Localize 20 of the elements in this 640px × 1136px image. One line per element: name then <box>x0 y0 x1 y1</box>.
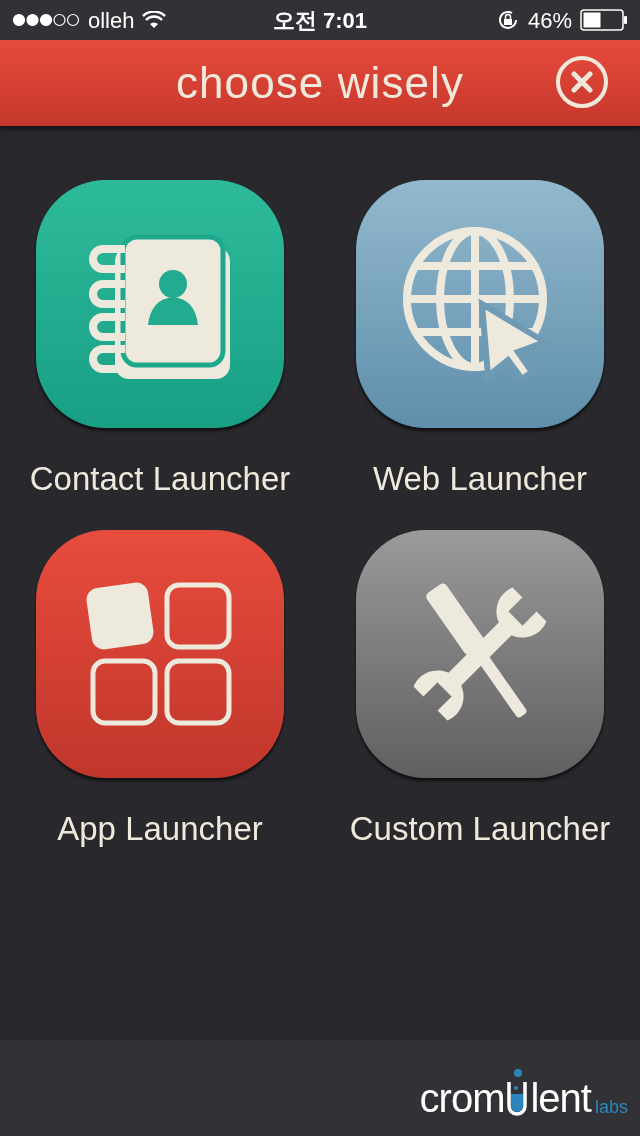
launcher-button[interactable]: Web Launcher <box>320 180 640 504</box>
close-icon <box>571 71 593 93</box>
launcher-button[interactable]: Contact Launcher <box>0 180 320 504</box>
header-title: choose wisely <box>175 57 465 109</box>
wifi-icon <box>142 11 167 29</box>
launcher-label: Web Launcher <box>372 459 587 499</box>
close-button[interactable] <box>556 56 608 108</box>
logo-text: crom <box>419 1078 505 1118</box>
launcher-button[interactable]: App Launcher <box>0 529 320 853</box>
battery-percent: 46% <box>527 6 572 35</box>
battery-icon <box>580 9 628 31</box>
launcher-label: App Launcher <box>57 808 263 849</box>
logo-text: lent <box>530 1078 591 1118</box>
signal-icon <box>12 13 80 27</box>
launcher-label: Custom Launcher <box>349 808 611 849</box>
logo-suffix: labs <box>594 1098 628 1116</box>
status-time: 오전 7:01 <box>272 6 368 35</box>
launcher-label: Contact Launcher <box>29 459 291 499</box>
launcher-button[interactable]: Custom Launcher <box>320 529 640 853</box>
carrier-name: olleh <box>88 6 135 35</box>
